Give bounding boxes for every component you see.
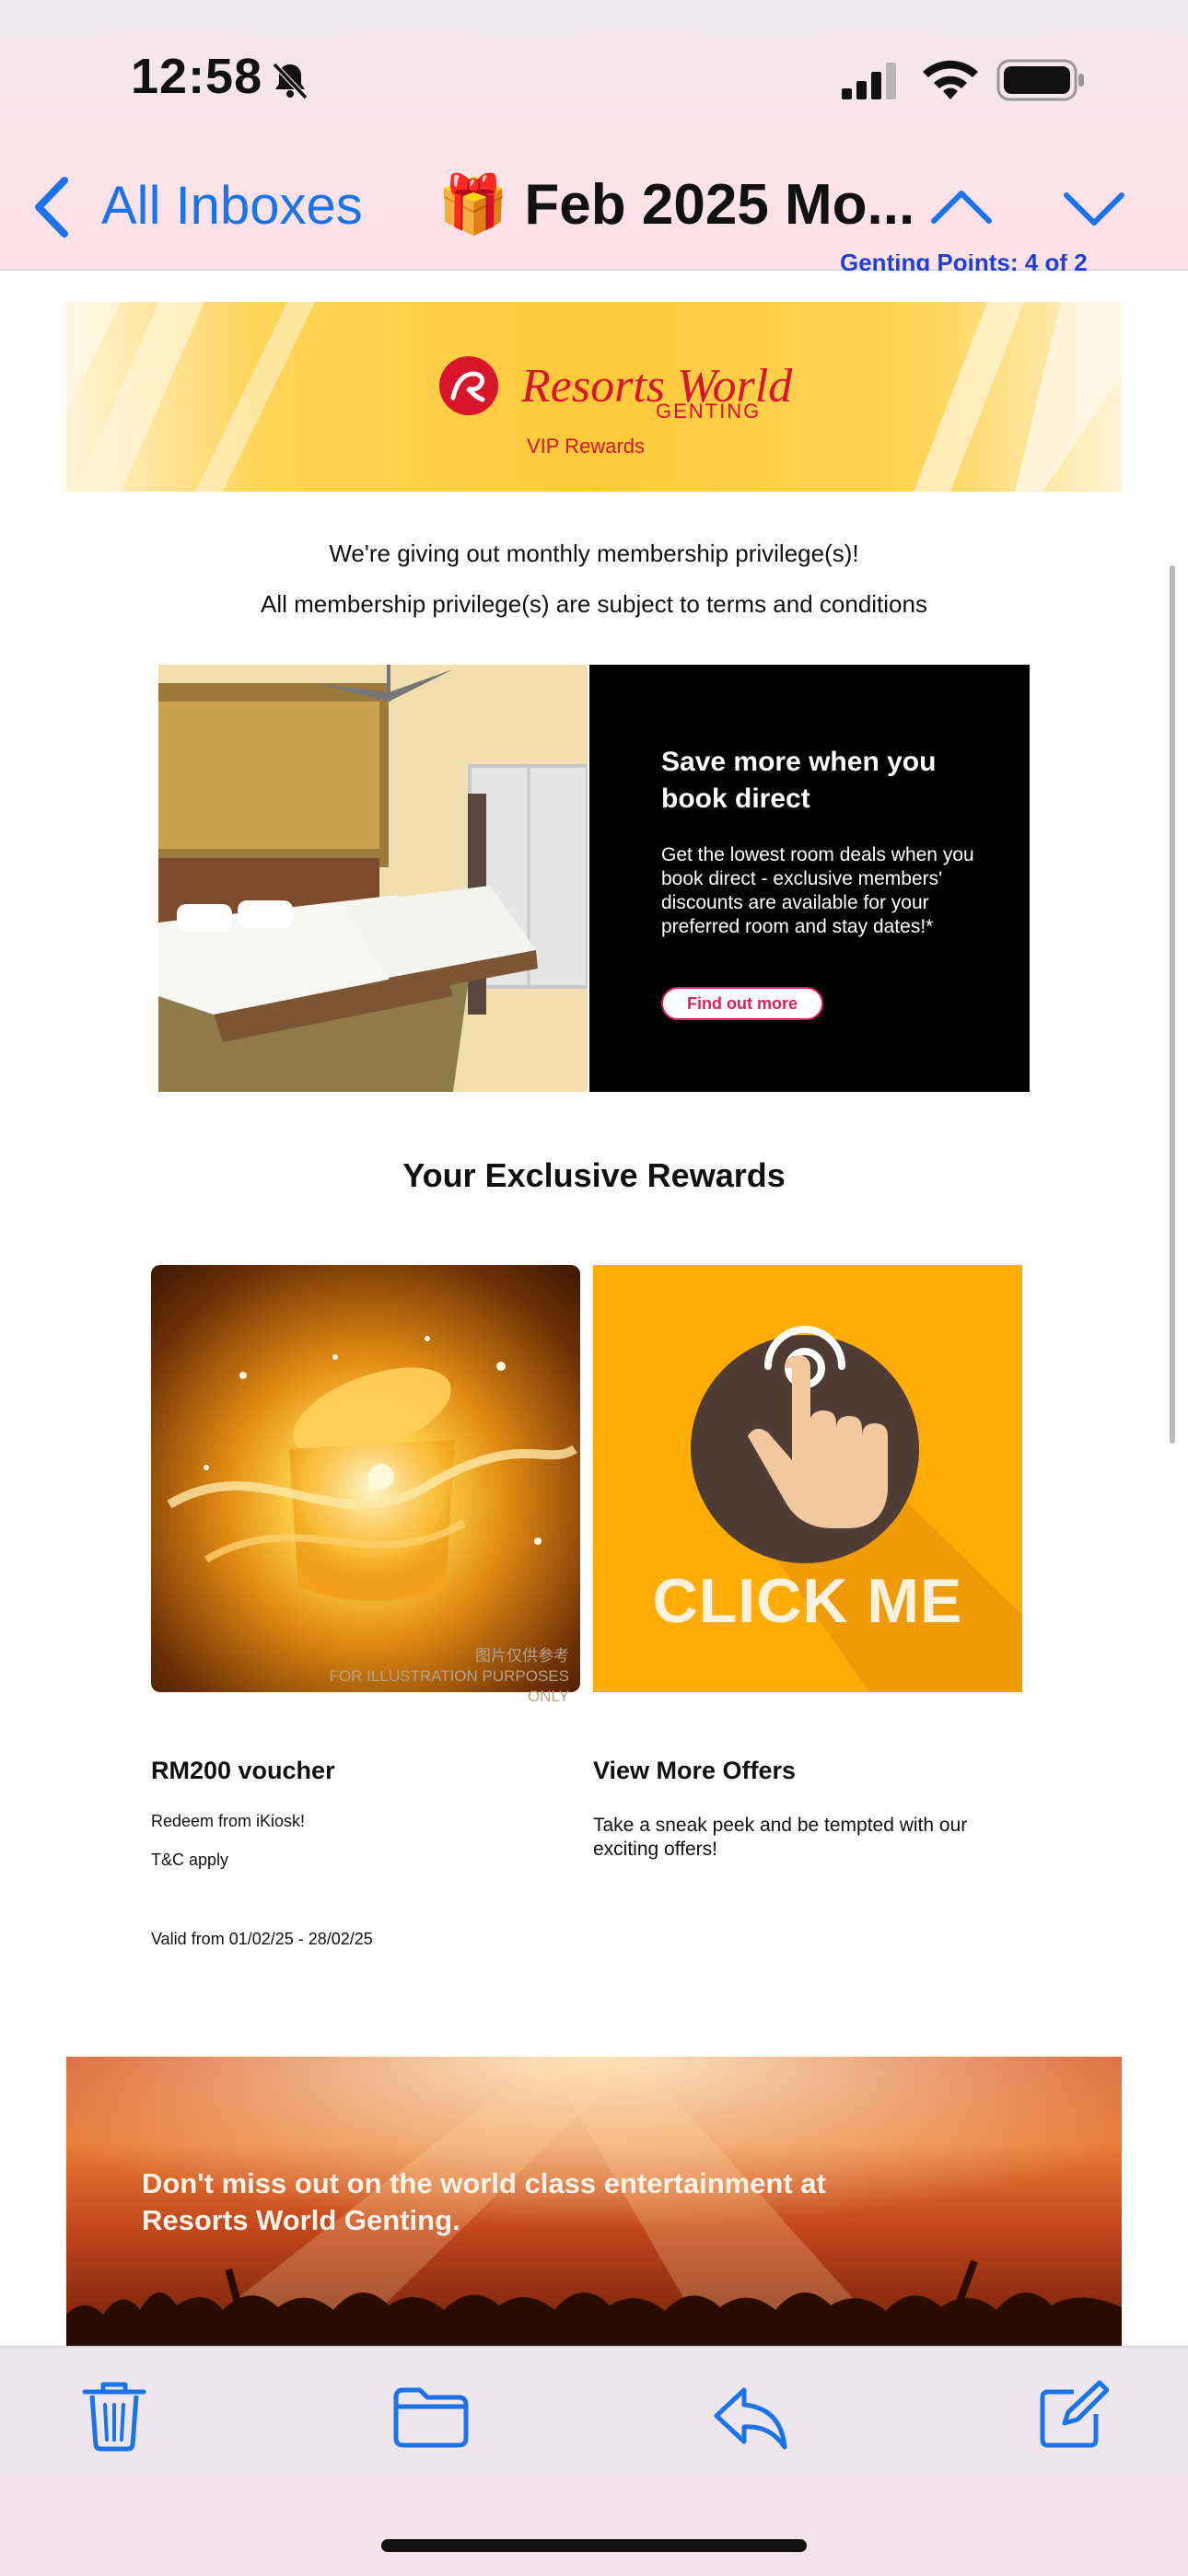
wifi-icon [923,60,978,99]
click-me-text: CLICK ME [652,1566,963,1636]
resorts-world-logo-icon [439,356,498,415]
watermark-english: FOR ILLUSTRATION PURPOSES ONLY [329,1667,569,1705]
chevron-down-icon[interactable] [1061,188,1127,232]
intro-line-2: All membership privilege(s) are subject … [261,590,927,618]
gift-box-image[interactable] [151,1265,580,1692]
promo-title: Save more when you book direct [661,747,937,814]
reward1-title: RM200 voucher [151,1757,335,1784]
hotel-room-image[interactable] [158,665,588,1092]
battery-icon [996,59,1084,101]
home-indicator[interactable] [381,2539,807,2552]
promo-body: Get the lowest room deals when you book … [661,844,974,937]
reward1-validity: Valid from 01/02/25 - 28/02/25 [151,1930,373,1948]
status-time: 12:58 [131,49,263,104]
compose-icon[interactable] [1037,2379,1109,2451]
reply-icon[interactable] [713,2385,788,2451]
watermark-chinese: 图片仅供参考 [475,1647,569,1665]
reward2-title: View More Offers [593,1757,797,1784]
partial-header-link[interactable]: Genting Points: 4 of 2 [840,254,1088,271]
illustration-watermark: 图片仅供参考 FOR ILLUSTRATION PURPOSES ONLY [293,1646,569,1707]
entertainment-text: Don't miss out on the world class entert… [142,2167,826,2236]
reward1-redeem-line: Redeem from iKiosk! [151,1812,306,1830]
intro-line-1: We're giving out monthly membership priv… [329,540,859,567]
trash-icon[interactable] [81,2379,147,2453]
folder-icon[interactable] [392,2386,470,2449]
chevron-left-icon[interactable] [31,177,74,238]
cellular-signal-icon [842,63,896,99]
find-out-more-button[interactable]: Find out more [661,987,823,1020]
banner-genting: GENTING [656,400,762,423]
chevron-up-icon[interactable] [928,184,995,228]
reward1-tc-line: T&C apply [151,1851,229,1869]
back-button-label[interactable]: All Inboxes [101,175,363,237]
scrollbar[interactable] [1170,565,1175,1444]
email-subject: 🎁 Feb 2025 Mo... [437,173,915,237]
reward2-body: Take a sneak peek and be tempted with ou… [593,1815,968,1860]
rewards-heading: Your Exclusive Rewards [402,1156,786,1194]
banner-vip-rewards: VIP Rewards [527,435,645,458]
bell-slash-icon [272,62,309,100]
